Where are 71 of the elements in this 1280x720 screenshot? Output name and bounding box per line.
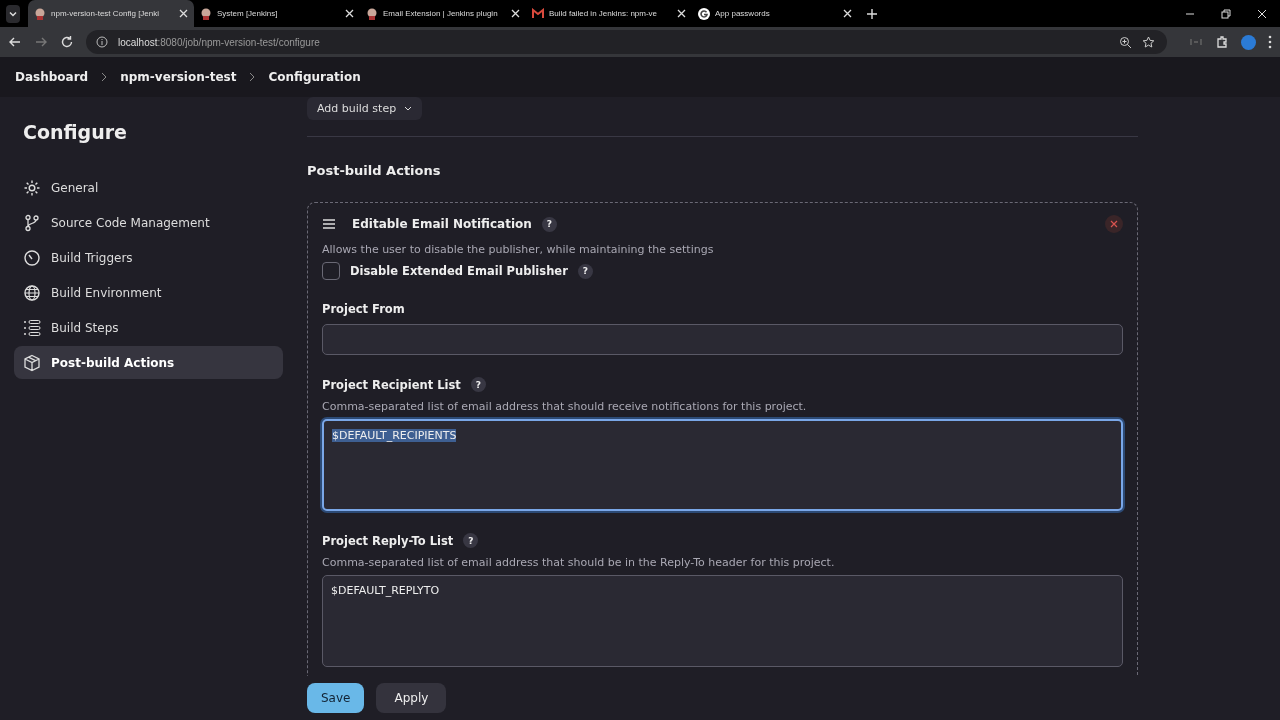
chevron-icon [100, 72, 109, 82]
help-button[interactable]: ? [577, 263, 593, 279]
butler-icon [34, 7, 46, 20]
field-label: Project Reply-To List [322, 533, 454, 548]
star-icon[interactable] [1142, 35, 1155, 49]
textarea-field[interactable]: $DEFAULT_REPLYTO [322, 575, 1123, 667]
address-bar[interactable]: localhost:8080/job/npm-version-test/configure [86, 30, 1167, 54]
back-icon[interactable] [8, 35, 22, 49]
field-label: Project Recipient List [322, 377, 461, 392]
zoom-icon[interactable] [1119, 35, 1132, 49]
sidebar-item[interactable]: Build Environment [14, 276, 283, 309]
delete-button[interactable] [1105, 215, 1123, 233]
restore-icon[interactable] [1220, 7, 1232, 20]
sidebar-item[interactable]: Post-build Actions [14, 346, 283, 379]
save-button[interactable]: Save [307, 683, 365, 713]
help-button[interactable]: ? [463, 533, 479, 548]
new-tab-icon[interactable] [866, 7, 878, 20]
close-tab-icon[interactable] [677, 9, 686, 18]
drag-handle-icon[interactable] [322, 219, 336, 229]
browser-tab[interactable]: System [Jenkins] [194, 0, 360, 27]
close-icon [1110, 220, 1118, 228]
close-tab-icon[interactable] [843, 9, 852, 18]
breadcrumb-link[interactable]: Dashboard [15, 70, 89, 84]
sidebar-item[interactable]: Source Code Management [14, 206, 283, 239]
browser-tab[interactable]: Build failed in Jenkins: npm-ve [526, 0, 692, 27]
sidebar-item[interactable]: Build Triggers [14, 241, 283, 274]
input-field[interactable] [322, 324, 1123, 355]
field-description: Comma-separated list of email address that should be in the Reply-To header for this project. [322, 556, 836, 569]
reload-icon[interactable] [60, 35, 74, 49]
caret-icon [404, 105, 413, 112]
page-title: Configure [23, 121, 128, 143]
sidebar-item[interactable]: Build Steps [14, 311, 283, 344]
package-icon [23, 353, 41, 372]
section-heading: Post-build Actions [307, 163, 442, 178]
menu-icon[interactable] [1268, 35, 1272, 49]
butler-icon [366, 7, 378, 20]
profile-avatar[interactable] [1241, 34, 1256, 50]
breadcrumb-link[interactable]: npm-version-test [120, 70, 237, 84]
close-tab-icon[interactable] [179, 9, 188, 18]
tab-list-button[interactable] [6, 4, 20, 23]
gear-icon [23, 178, 41, 197]
field-description: Comma-separated list of email address that should receive notifications for this project. [322, 400, 808, 413]
checkbox[interactable] [322, 262, 340, 280]
chevron-icon [248, 72, 257, 82]
timer-icon [23, 248, 41, 267]
browser-tab[interactable]: Email Extension | Jenkins plugin [360, 0, 526, 27]
mail-icon [532, 7, 544, 20]
breadcrumb-link[interactable]: Configuration [268, 70, 361, 84]
checkbox-label[interactable]: Disable Extended Email Publisher [350, 264, 568, 278]
publisher-description: Allows the user to disable the publisher, while maintaining the settings [322, 243, 715, 256]
textarea-field[interactable]: $DEFAULT_RECIPIENTS [322, 419, 1123, 511]
close-tab-icon[interactable] [345, 9, 354, 18]
add-build-step-button[interactable]: Add build step [307, 97, 423, 120]
publisher-title: Editable Email Notification [352, 217, 532, 231]
info-icon [96, 36, 108, 48]
g-logo-icon [698, 7, 710, 20]
close-window-icon[interactable] [1256, 7, 1268, 20]
globe-icon [23, 283, 41, 302]
browser-tab[interactable]: npm-version-test Config [Jenki [28, 0, 194, 27]
apply-button[interactable]: Apply [376, 683, 447, 713]
browser-tab[interactable]: App passwords [692, 0, 858, 27]
sidebar-item[interactable]: General [14, 171, 283, 204]
butler-icon [200, 7, 212, 20]
close-tab-icon[interactable] [511, 9, 520, 18]
forward-icon[interactable] [34, 35, 48, 49]
help-button[interactable]: ? [541, 216, 557, 232]
branch-icon [23, 213, 41, 232]
help-button[interactable]: ? [470, 377, 486, 392]
list-icon [23, 318, 41, 337]
puzzle-icon[interactable] [1215, 35, 1229, 49]
field-label: Project From [322, 302, 405, 316]
